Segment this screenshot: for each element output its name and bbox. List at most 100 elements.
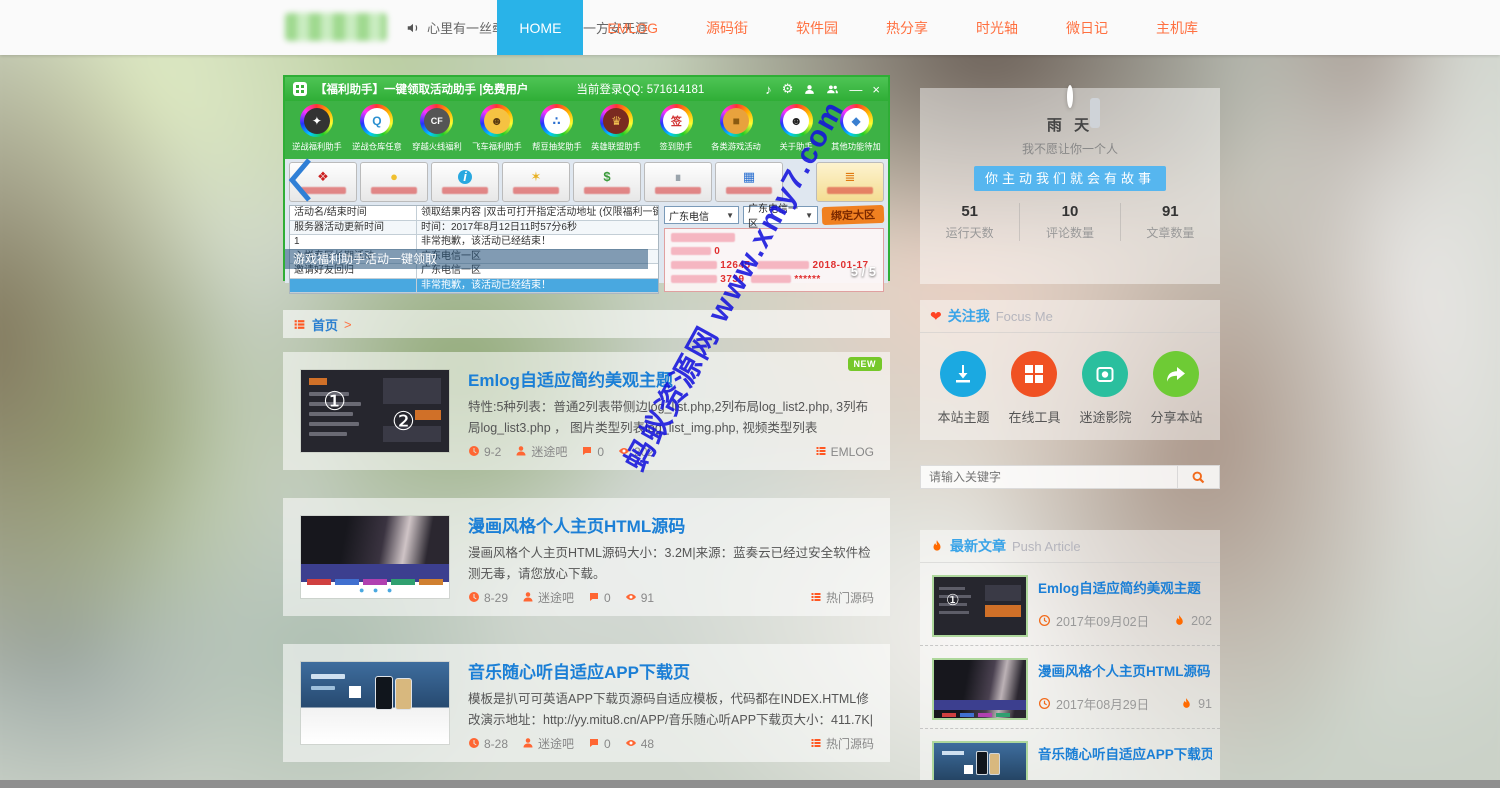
- flame-icon: [1180, 697, 1193, 710]
- focus-item-tools[interactable]: 在线工具: [1008, 351, 1060, 426]
- login-qq-text: 当前登录QQ: 571614181: [576, 81, 704, 97]
- zone-select: 广东电信一区▼: [743, 206, 818, 224]
- carousel-slide[interactable]: 【福利助手】一键领取活动助手 |免费用户 当前登录QQ: 571614181 ♪…: [283, 75, 890, 281]
- article-author: 迷途吧: [522, 735, 574, 752]
- toolbar-button-note: ≣: [816, 162, 884, 202]
- article-category-link[interactable]: 热门源码: [810, 589, 874, 606]
- game-icon-more: ◆其他功能待加: [826, 103, 886, 159]
- push-item-title[interactable]: Emlog自适应简约美观主题: [1038, 577, 1212, 597]
- new-badge: NEW: [848, 357, 883, 371]
- stat-comments: 10评论数量: [1019, 203, 1119, 241]
- avatar[interactable]: [1067, 85, 1073, 108]
- camera-icon: [1093, 362, 1117, 386]
- push-item-date: 2017年09月02日: [1038, 611, 1149, 630]
- article-thumbnail[interactable]: ① ②: [301, 370, 449, 452]
- music-icon: ♪: [765, 82, 772, 97]
- category-icon: [810, 737, 822, 749]
- nav-item-source-street[interactable]: 源码街: [682, 0, 772, 55]
- push-item-title[interactable]: 音乐随心听自适应APP下载页: [1038, 743, 1212, 763]
- software-icon-row: ✦逆战福利助手 Q逆战仓库任意 CF穿越火线福利 ☻飞车福利助手 ∴帮豆抽奖助手…: [285, 101, 888, 159]
- article-category-link[interactable]: 热门源码: [810, 735, 874, 752]
- main-nav: HOME EMLOG 源码街 软件园 热分享 时光轴 微日记 主机库: [497, 0, 1222, 55]
- push-subtitle: Push Article: [1012, 539, 1081, 554]
- push-item-meta: 2017年08月29日 91: [1038, 694, 1212, 713]
- user-icon: [522, 737, 534, 749]
- clock-icon: [468, 445, 480, 457]
- profile-button[interactable]: 你主动我们就会有故事: [974, 166, 1166, 191]
- nav-item-hot-share[interactable]: 热分享: [862, 0, 952, 55]
- clock-icon: [468, 591, 480, 603]
- speaker-icon: [406, 21, 420, 35]
- software-window-titlebar: 【福利助手】一键领取活动助手 |免费用户 当前登录QQ: 571614181 ♪…: [285, 77, 888, 101]
- focus-item-cinema[interactable]: 迷途影院: [1079, 351, 1131, 426]
- article-title-link[interactable]: 音乐随心听自适应APP下载页: [468, 658, 874, 683]
- comment-icon: [588, 591, 600, 603]
- game-icon-cf: CF穿越火线福利: [407, 103, 467, 159]
- nav-item-timeline[interactable]: 时光轴: [952, 0, 1042, 55]
- article-title-link[interactable]: 漫画风格个人主页HTML源码: [468, 512, 874, 537]
- eye-icon: [625, 737, 637, 749]
- search-bar: [920, 465, 1220, 489]
- grid-icon: [1022, 362, 1046, 386]
- bind-zone-button: 绑定大区: [822, 205, 885, 225]
- article-card: ● ● ● 漫画风格个人主页HTML源码 漫画风格个人主页HTML源码大小：3.…: [283, 498, 890, 616]
- game-icon-speed: ☻飞车福利助手: [467, 103, 527, 159]
- comment-icon: [588, 737, 600, 749]
- nav-item-emlog[interactable]: EMLOG: [583, 0, 682, 55]
- push-item: 音乐随心听自适应APP下载页 2017年08月28日 48: [920, 728, 1220, 788]
- article-title-link[interactable]: Emlog自适应简约美观主题: [468, 366, 874, 391]
- gear-icon: ⚙: [782, 81, 794, 97]
- toolbar-button-cake: ✶: [502, 162, 570, 202]
- search-input[interactable]: [921, 466, 1177, 488]
- server-panel: 广东电信▼ 广东电信一区▼ 绑定大区 0 12645 2018-01-17 37…: [664, 205, 884, 294]
- footer-strip: [0, 780, 1500, 788]
- carousel-page-indicator: 5 / 5: [851, 264, 876, 279]
- server-select: 广东电信▼: [664, 206, 739, 224]
- article-category-link[interactable]: EMLOG: [815, 445, 874, 459]
- user-icon: [522, 591, 534, 603]
- focus-item-themes[interactable]: 本站主题: [937, 351, 989, 426]
- push-title: 最新文章: [950, 536, 1006, 556]
- nav-item-home[interactable]: HOME: [497, 0, 583, 55]
- push-item-views: 202: [1173, 614, 1212, 628]
- close-icon: ×: [872, 82, 880, 97]
- flame-icon: [1173, 614, 1186, 627]
- heart-icon: ❤: [930, 308, 942, 325]
- clock-icon: [468, 737, 480, 749]
- nav-item-micro-diary[interactable]: 微日记: [1042, 0, 1132, 55]
- article-thumbnail[interactable]: ● ● ●: [301, 516, 449, 598]
- focus-subtitle: Focus Me: [996, 309, 1053, 324]
- article-excerpt: 漫画风格个人主页HTML源码大小：3.2M|来源：蓝奏云已经过安全软件检测无毒，…: [468, 543, 874, 585]
- search-button[interactable]: [1177, 466, 1219, 488]
- sidebar: 雨 天 我不愿让你一个人 你主动我们就会有故事 51运行天数 10评论数量 91…: [920, 0, 1220, 788]
- article-author: 迷途吧: [522, 589, 574, 606]
- focus-item-share[interactable]: 分享本站: [1150, 351, 1202, 426]
- push-item: ① Emlog自适应简约美观主题 2017年09月02日 202: [920, 563, 1220, 645]
- breadcrumb-home-link[interactable]: 首页: [312, 315, 338, 334]
- article-date: 8-29: [468, 591, 508, 605]
- game-icon-nzstore: Q逆战仓库任意: [347, 103, 407, 159]
- software-window-body: ❖ ● i ✶ $ ∎ ▦ ≣ 活动名/结束时间领取结果内容 |双击可打开指定活…: [285, 159, 888, 283]
- category-icon: [810, 591, 822, 603]
- toolbar-button-money: $: [573, 162, 641, 202]
- nav-item-software-park[interactable]: 软件园: [772, 0, 862, 55]
- carousel-prev-button[interactable]: [287, 157, 313, 203]
- push-thumbnail[interactable]: ①: [932, 575, 1028, 637]
- clock-icon: [1038, 614, 1051, 627]
- profile-panel: 雨 天 我不愿让你一个人 你主动我们就会有故事 51运行天数 10评论数量 91…: [920, 88, 1220, 284]
- article-card: ① ② Emlog自适应简约美观主题 特性:5种列表：普通2列表带侧边log_l…: [283, 352, 890, 470]
- article-comments: 0: [581, 445, 604, 459]
- nav-item-host-library[interactable]: 主机库: [1132, 0, 1222, 55]
- article-thumbnail[interactable]: [301, 662, 449, 744]
- push-item-title[interactable]: 漫画风格个人主页HTML源码: [1038, 660, 1212, 680]
- clock-icon: [1038, 697, 1051, 710]
- site-logo[interactable]: [285, 13, 387, 41]
- carousel-caption: 游戏福利助手活动一键领取: [285, 249, 648, 269]
- game-icon-lol: ♛英雄联盟助手: [587, 103, 647, 159]
- window-icon: [293, 82, 307, 96]
- eye-icon: [625, 591, 637, 603]
- focus-title: 关注我: [948, 306, 990, 326]
- comment-icon: [581, 445, 593, 457]
- push-thumbnail[interactable]: [932, 658, 1028, 720]
- stat-running-days: 51运行天数: [920, 203, 1019, 241]
